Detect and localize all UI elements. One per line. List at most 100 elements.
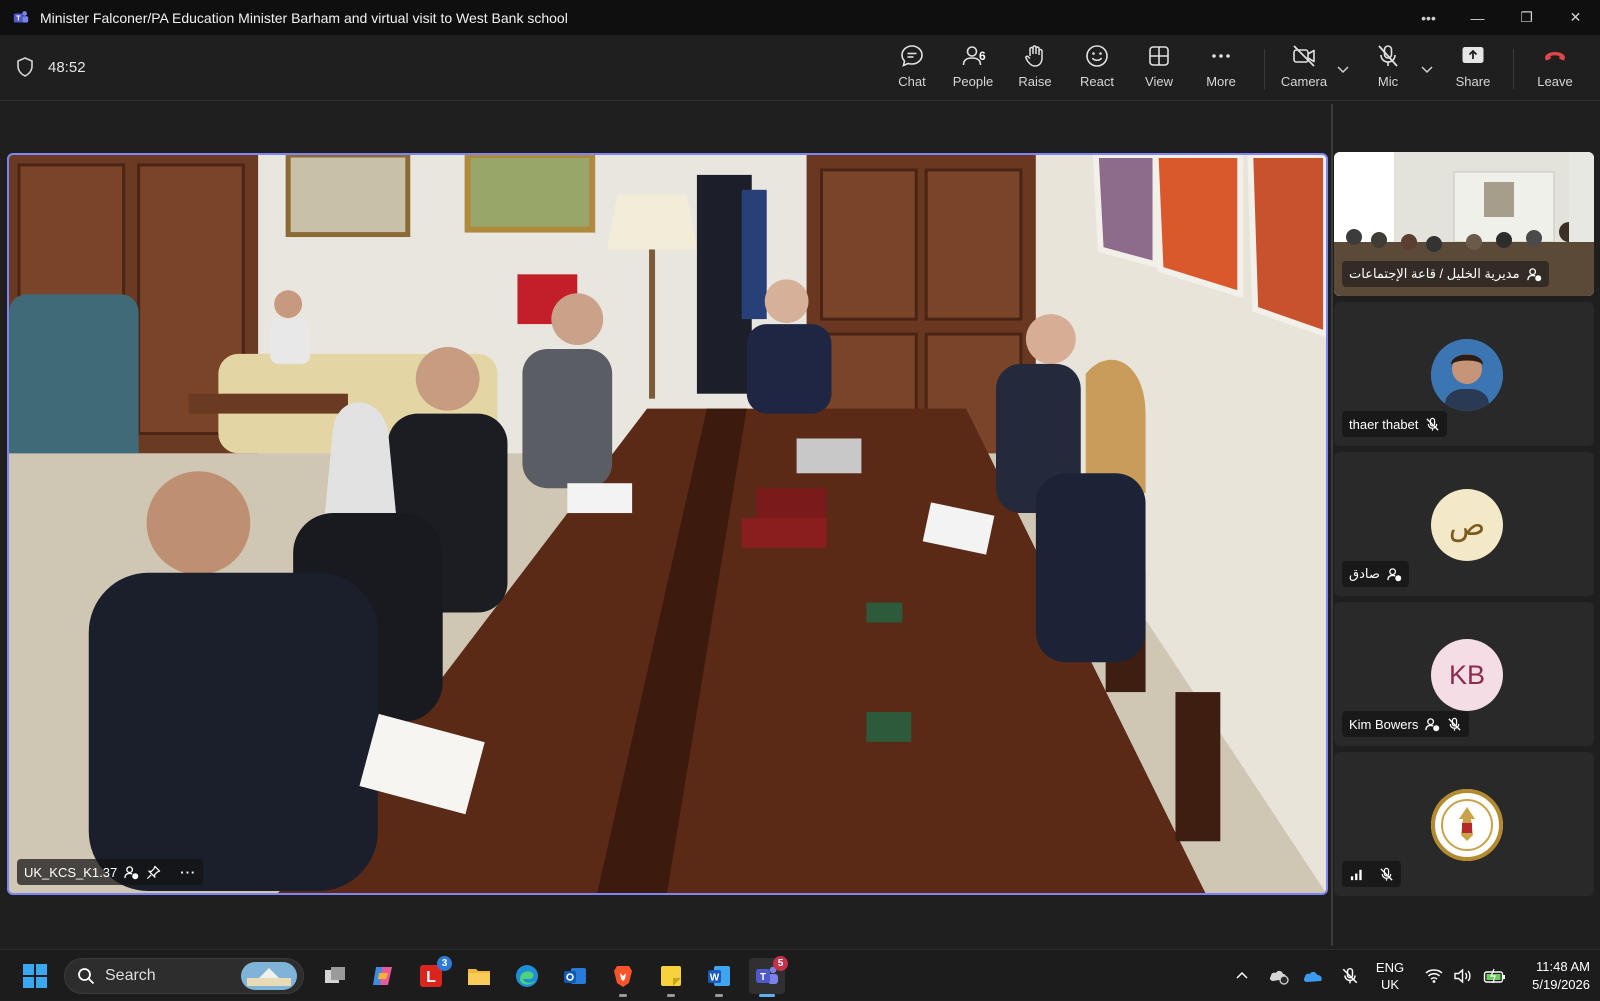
participant-name-tag: Kim Bowers — [1342, 711, 1470, 737]
notification-badge: 3 — [437, 956, 452, 971]
language-code: ENG — [1375, 959, 1405, 975]
onedrive-sync-tray-icon[interactable] — [1266, 950, 1292, 1001]
system-clock[interactable]: 11:48 AM 5/19/2026 — [1512, 950, 1590, 1001]
more-dots-icon — [1212, 54, 1230, 58]
chat-label: Chat — [898, 74, 926, 89]
participant-name: UK_KCS_K1.37 — [24, 864, 118, 880]
sticky-notes-icon — [661, 966, 681, 986]
windows-logo-icon — [23, 964, 47, 988]
external-user-icon — [124, 865, 139, 879]
mic-options-chevron-icon[interactable] — [1418, 60, 1436, 78]
grid-view-icon — [1149, 46, 1169, 66]
svg-text:L: L — [426, 969, 436, 986]
chat-icon — [901, 45, 923, 67]
clock-date: 5/19/2026 — [1532, 976, 1590, 992]
participant-avatar-photo — [1431, 339, 1503, 411]
participant-tile-sadiq[interactable]: ص صادق — [1334, 452, 1594, 596]
participant-name-tag: thaer thabet — [1342, 411, 1448, 437]
more-options-icon[interactable]: ••• — [1404, 0, 1453, 35]
main-video-tile[interactable]: UK_KCS_K1.37 ··· — [7, 153, 1328, 895]
close-button[interactable]: ✕ — [1551, 0, 1600, 35]
teams-button[interactable]: T 5 — [749, 956, 788, 997]
outlook-button[interactable] — [557, 958, 593, 994]
raise-label: Raise — [1018, 74, 1052, 89]
react-button[interactable]: React — [1068, 43, 1126, 95]
participant-tile-thaer-thabet[interactable]: thaer thabet — [1334, 302, 1594, 446]
battery-charging-icon — [1483, 968, 1505, 983]
hang-up-icon — [1545, 52, 1565, 61]
more-label: More — [1206, 74, 1236, 89]
running-indicator — [715, 994, 723, 997]
mic-button[interactable]: Mic — [1359, 43, 1417, 95]
camera-off-icon — [1293, 45, 1315, 67]
file-explorer-button[interactable] — [461, 958, 497, 994]
sticky-notes-button[interactable] — [653, 958, 689, 997]
share-screen-icon — [1462, 47, 1484, 63]
start-button[interactable] — [17, 958, 53, 994]
mic-muted-icon — [1380, 867, 1393, 881]
edge-browser-button[interactable] — [509, 958, 545, 994]
participant-name: مديرية الخليل / قاعة الإجتماعات — [1349, 266, 1520, 281]
meeting-timer: 48:52 — [16, 57, 86, 77]
view-label: View — [1145, 74, 1173, 89]
share-button[interactable]: Share — [1444, 43, 1502, 95]
participant-name-tag: صادق — [1342, 561, 1409, 587]
shield-icon — [17, 57, 33, 77]
external-user-icon — [1387, 567, 1402, 581]
people-button[interactable]: 6 People — [944, 43, 1002, 95]
region-code: UK — [1380, 976, 1400, 992]
participant-tile-emblem[interactable] — [1334, 752, 1594, 896]
leave-button[interactable]: Leave — [1526, 43, 1584, 95]
brave-browser-button[interactable] — [605, 958, 641, 997]
copilot-icon — [373, 967, 392, 985]
onedrive-tray-icon[interactable] — [1300, 950, 1326, 1001]
participant-name-tag — [1342, 861, 1401, 887]
wifi-icon — [1425, 968, 1443, 983]
minimize-button[interactable]: — — [1453, 0, 1502, 35]
people-label: People — [952, 74, 994, 89]
toolbar-separator — [1513, 49, 1514, 89]
folder-icon — [468, 969, 490, 985]
restore-button[interactable]: ❐ — [1502, 0, 1551, 35]
timer-value: 48:52 — [48, 58, 86, 76]
title-bar: T Minister Falconer/PA Education Ministe… — [0, 0, 1600, 35]
raise-hand-button[interactable]: Raise — [1006, 43, 1064, 95]
camera-options-chevron-icon[interactable] — [1334, 60, 1352, 78]
signal-bars-icon — [1350, 869, 1362, 880]
camera-button[interactable]: Camera — [1275, 43, 1333, 95]
svg-text:T: T — [760, 972, 766, 983]
copilot-button[interactable] — [365, 958, 401, 994]
mic-tray-icon[interactable] — [1337, 950, 1363, 1001]
chat-button[interactable]: Chat — [883, 43, 941, 95]
mic-label: Mic — [1377, 74, 1399, 89]
participant-tile-kim-bowers[interactable]: KB Kim Bowers — [1334, 602, 1594, 746]
teams-app-icon: T — [13, 10, 29, 22]
participant-avatar-initials: ص — [1431, 489, 1503, 561]
mic-off-icon — [1378, 45, 1398, 67]
show-hidden-icons-chevron[interactable] — [1232, 950, 1252, 1001]
running-indicator — [667, 994, 675, 997]
task-view-button[interactable] — [317, 958, 353, 994]
input-language-indicator[interactable]: ENG UK — [1370, 950, 1410, 1001]
view-button[interactable]: View — [1130, 43, 1188, 95]
mic-muted-icon — [1426, 417, 1439, 431]
cloud-sync-icon — [1269, 970, 1289, 985]
quick-settings[interactable] — [1420, 950, 1512, 1001]
participant-tile-hebron-room[interactable]: مديرية الخليل / قاعة الإجتماعات — [1334, 152, 1594, 296]
pin-icon[interactable] — [146, 865, 161, 880]
smiley-icon — [1086, 45, 1108, 67]
video-options-icon[interactable]: ··· — [180, 865, 196, 880]
emblem-logo — [1431, 789, 1503, 861]
taskbar-search-box[interactable]: Search — [64, 958, 304, 994]
lens-app-button[interactable]: L 3 — [413, 956, 452, 994]
word-icon: W — [708, 966, 730, 986]
svg-text:T: T — [16, 13, 21, 22]
notification-badge: 5 — [773, 956, 788, 971]
cloud-icon — [1303, 971, 1322, 982]
participant-avatar-initials: KB — [1431, 639, 1503, 711]
toolbar-separator — [1264, 49, 1265, 89]
word-button[interactable]: W — [701, 958, 737, 997]
more-button[interactable]: More — [1192, 43, 1250, 95]
search-icon — [78, 968, 95, 985]
conference-room-video — [9, 155, 1326, 893]
